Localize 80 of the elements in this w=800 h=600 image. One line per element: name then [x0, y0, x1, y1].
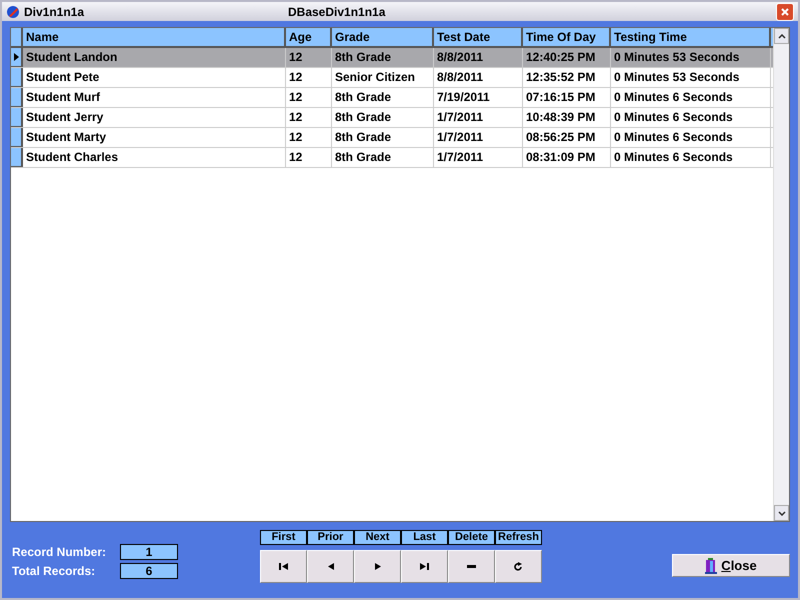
window-title: Div1n1n1a — [24, 4, 86, 18]
table-cell: 0 Minutes 53 Seconds — [611, 48, 771, 67]
first-button[interactable] — [260, 550, 307, 583]
table-cell: 07:16:15 PM — [523, 88, 611, 107]
total-records-label: Total Records: — [11, 564, 96, 578]
table-cell: 0 Minutes 6 Seconds — [611, 148, 771, 167]
navigator-caption: Next — [354, 530, 401, 545]
row-pointer-icon — [14, 53, 18, 61]
minus-icon — [467, 565, 476, 568]
scroll-up-button[interactable] — [774, 28, 789, 44]
table-cell: Student Murf — [23, 88, 286, 107]
navigator-caption: First — [260, 530, 307, 545]
table-cell: 8/8/2011 — [434, 68, 523, 87]
table-cell: 12 — [286, 128, 332, 147]
column-header[interactable]: Test Date — [434, 28, 523, 46]
table-cell: 7/19/2011 — [434, 88, 523, 107]
column-header[interactable]: Testing Time — [611, 28, 771, 46]
table-cell: 0 Minutes 6 Seconds — [611, 88, 771, 107]
door-icon — [705, 558, 718, 574]
table-cell: Student Charles — [23, 148, 286, 167]
table-cell: 1/7/2011 — [434, 148, 523, 167]
window-caption: DBaseDiv1n1n1a — [288, 4, 386, 18]
table-cell: 0 Minutes 53 Seconds — [611, 68, 771, 87]
column-header[interactable]: Name — [23, 28, 286, 46]
refresh-button[interactable] — [495, 550, 542, 583]
table-row[interactable]: Student Murf 12 8th Grade 7/19/2011 07:16:15 PM 0 Minutes 6 Seconds — [11, 88, 773, 108]
table-cell: Student Jerry — [23, 108, 286, 127]
table-cell: 12:40:25 PM — [523, 48, 611, 67]
table-cell: Student Landon — [23, 48, 286, 67]
first-record-icon — [279, 563, 288, 570]
table-cell: Student Marty — [23, 128, 286, 147]
vertical-scrollbar[interactable] — [773, 28, 789, 521]
table-row[interactable]: Student Pete 12 Senior Citizen 8/8/2011 12:35:52 PM 0 Minutes 53 Seconds — [11, 68, 773, 88]
last-record-icon — [420, 563, 429, 570]
navigator-caption: Refresh — [495, 530, 542, 545]
table-cell: 1/7/2011 — [434, 128, 523, 147]
app-icon — [6, 4, 20, 18]
record-number-label: Record Number: — [11, 545, 108, 559]
table-cell: 12 — [286, 108, 332, 127]
table-cell: 8th Grade — [332, 88, 434, 107]
table-cell: 1/7/2011 — [434, 108, 523, 127]
table-cell: 8th Grade — [332, 128, 434, 147]
column-header[interactable]: Time Of Day — [523, 28, 611, 46]
close-icon[interactable] — [776, 2, 794, 20]
table-cell: 10:48:39 PM — [523, 108, 611, 127]
table-row[interactable]: Student Marty 12 8th Grade 1/7/2011 08:56:25 PM 0 Minutes 6 Seconds — [11, 128, 773, 148]
column-header[interactable]: Grade — [332, 28, 434, 46]
table-cell: 12 — [286, 68, 332, 87]
navigator-caption: Last — [401, 530, 448, 545]
table-cell: Senior Citizen — [332, 68, 434, 87]
previous-icon — [328, 563, 334, 570]
navigator-caption: Prior — [307, 530, 354, 545]
caret-up-icon — [778, 34, 786, 38]
table-row[interactable]: Student Landon 12 8th Grade 8/8/2011 12:40:25 PM 0 Minutes 53 Seconds — [11, 48, 773, 68]
table-cell: 12 — [286, 48, 332, 67]
table-cell: 08:31:09 PM — [523, 148, 611, 167]
record-number-value: 1 — [120, 544, 178, 560]
navigator-caption: Delete — [448, 530, 495, 545]
table-cell: 0 Minutes 6 Seconds — [611, 128, 771, 147]
caret-down-icon — [778, 510, 786, 516]
table-cell: 0 Minutes 6 Seconds — [611, 108, 771, 127]
refresh-icon — [514, 562, 523, 571]
last-button[interactable] — [401, 550, 448, 583]
next-icon — [374, 563, 380, 570]
table-cell: 8th Grade — [332, 108, 434, 127]
table-cell: Student Pete — [23, 68, 286, 87]
table-row[interactable]: Student Charles 12 8th Grade 1/7/2011 08:31:09 PM 0 Minutes 6 Seconds — [11, 148, 773, 168]
total-records-value: 6 — [120, 563, 178, 579]
table-cell: 12 — [286, 88, 332, 107]
column-header[interactable]: Age — [286, 28, 332, 46]
table-cell: 8th Grade — [332, 148, 434, 167]
close-button[interactable]: Close — [672, 554, 790, 577]
row-selector[interactable] — [11, 48, 23, 67]
scroll-down-button[interactable] — [774, 505, 789, 521]
table-cell: 8/8/2011 — [434, 48, 523, 67]
table-cell: 08:56:25 PM — [523, 128, 611, 147]
table-cell: 8th Grade — [332, 48, 434, 67]
table-row[interactable]: Student Jerry 12 8th Grade 1/7/2011 10:48:39 PM 0 Minutes 6 Seconds — [11, 108, 773, 128]
table-cell: 12:35:52 PM — [523, 68, 611, 87]
table-cell: 12 — [286, 148, 332, 167]
